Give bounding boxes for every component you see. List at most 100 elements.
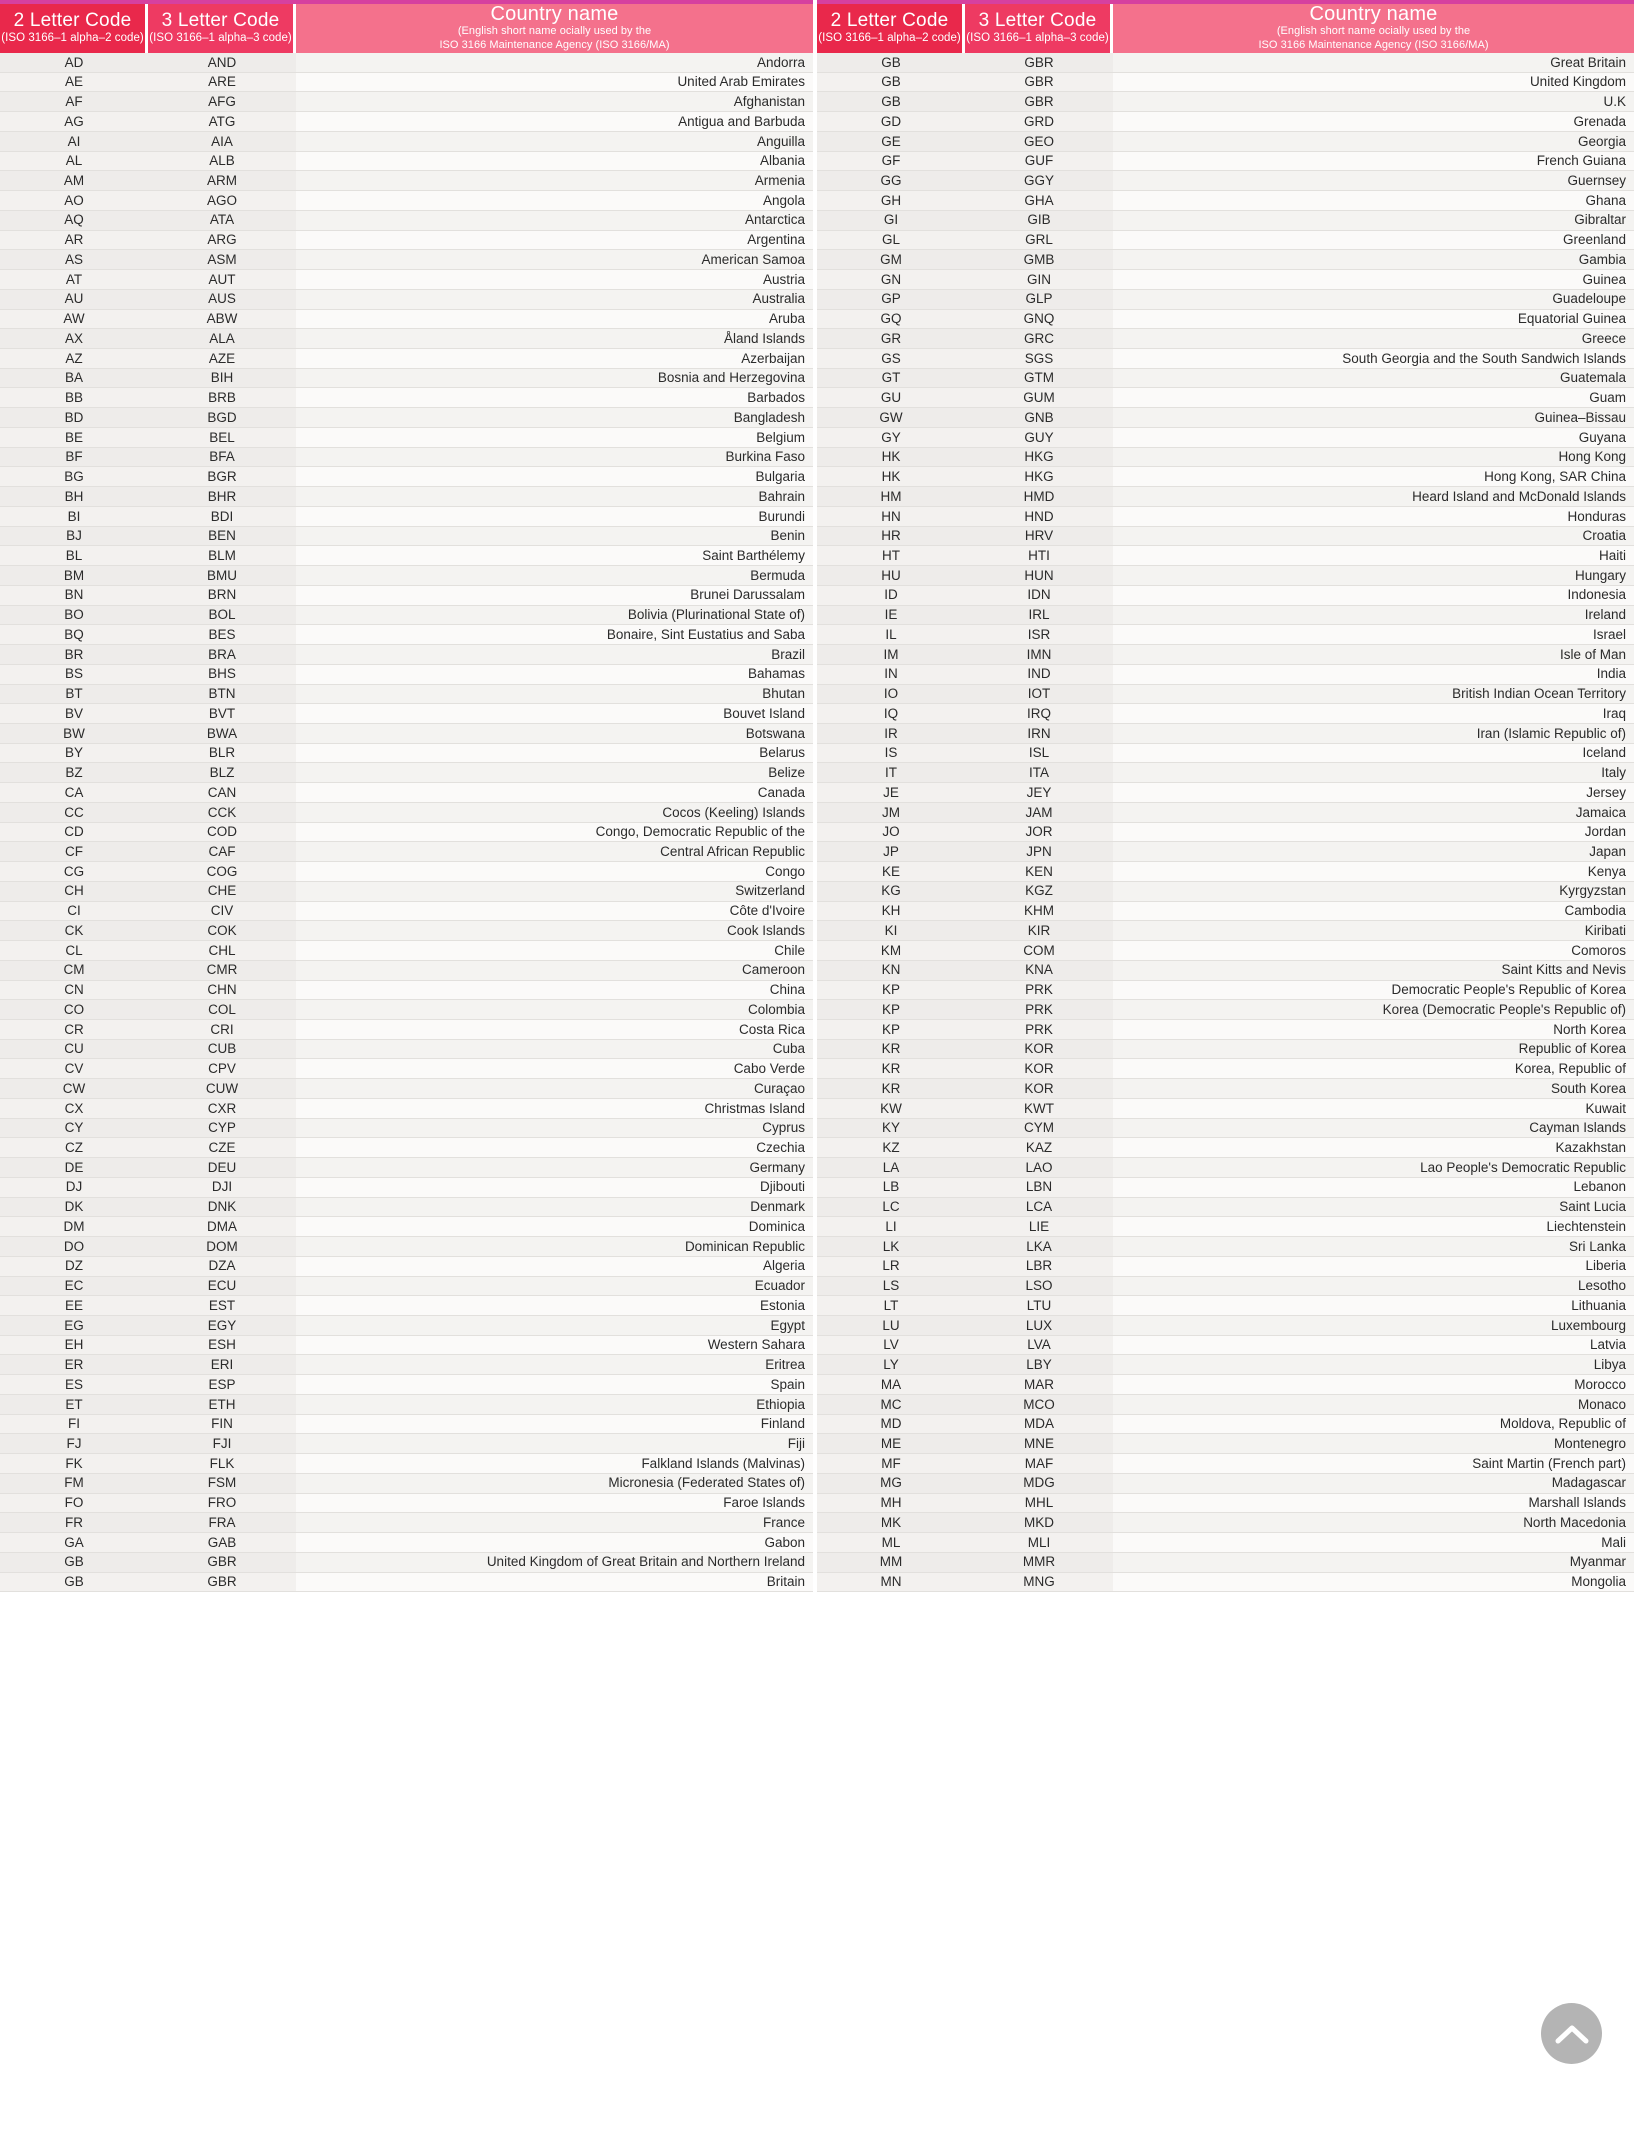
cell-2-letter-code: CF	[0, 842, 148, 863]
header-sub-2-letter-code: (ISO 3166–1 alpha–2 code)	[818, 31, 961, 44]
table-row: BB BRB Barbados	[0, 388, 813, 409]
cell-country-name: Ghana	[1113, 191, 1634, 211]
cell-country-name: Cook Islands	[296, 921, 813, 942]
cell-2-letter-code: ET	[0, 1394, 148, 1415]
cell-3-letter-code: GBR	[148, 1572, 296, 1593]
table-row: BZ BLZ Belize	[0, 763, 813, 784]
cell-country-name: Denmark	[296, 1197, 813, 1218]
cell-country-name: Bonaire, Sint Eustatius and Saba	[296, 625, 813, 646]
header-cell-2-letter-code: 2 Letter Code (ISO 3166–1 alpha–2 code)	[0, 0, 148, 53]
table-row: LS LSO Lesotho	[817, 1276, 1634, 1297]
cell-country-name: Madagascar	[1113, 1473, 1634, 1494]
cell-2-letter-code: BT	[0, 684, 148, 705]
table-row: BR BRA Brazil	[0, 645, 813, 665]
cell-2-letter-code: JP	[817, 842, 965, 863]
cell-country-name: Croatia	[1113, 526, 1634, 547]
cell-country-name: Latvia	[1113, 1335, 1634, 1356]
cell-country-name: Brazil	[296, 645, 813, 665]
table-row: AX ALA Åland Islands	[0, 329, 813, 350]
table-row: GT GTM Guatemala	[817, 368, 1634, 389]
cell-2-letter-code: BJ	[0, 526, 148, 547]
cell-3-letter-code: GBR	[965, 92, 1113, 113]
cell-country-name: Antigua and Barbuda	[296, 112, 813, 132]
cell-2-letter-code: BW	[0, 723, 148, 744]
cell-2-letter-code: CC	[0, 802, 148, 823]
table-row: GM GMB Gambia	[817, 250, 1634, 271]
cell-3-letter-code: FSM	[148, 1473, 296, 1494]
cell-2-letter-code: EG	[0, 1316, 148, 1336]
cell-country-name: India	[1113, 664, 1634, 685]
table-row: LU LUX Luxembourg	[817, 1316, 1634, 1336]
cell-country-name: Grenada	[1113, 112, 1634, 132]
cell-3-letter-code: MLI	[965, 1533, 1113, 1553]
cell-3-letter-code: PRK	[965, 1000, 1113, 1020]
cell-country-name: Benin	[296, 526, 813, 547]
cell-country-name: Austria	[296, 270, 813, 290]
header-sub-country-name-line2: ISO 3166 Maintenance Agency (ISO 3166/MA…	[1258, 38, 1489, 51]
cell-3-letter-code: IND	[965, 664, 1113, 685]
table-row: LT LTU Lithuania	[817, 1296, 1634, 1316]
table-row: HK HKG Hong Kong, SAR China	[817, 467, 1634, 488]
table-row: AM ARM Armenia	[0, 171, 813, 192]
table-row: BG BGR Bulgaria	[0, 467, 813, 488]
cell-2-letter-code: DZ	[0, 1256, 148, 1277]
cell-3-letter-code: CUB	[148, 1039, 296, 1060]
table-header-left: 2 Letter Code (ISO 3166–1 alpha–2 code) …	[0, 0, 813, 53]
table-row: MH MHL Marshall Islands	[817, 1493, 1634, 1514]
cell-country-name: Congo, Democratic Republic of the	[296, 822, 813, 843]
table-row: GS SGS South Georgia and the South Sandwic…	[817, 349, 1634, 369]
cell-2-letter-code: BF	[0, 447, 148, 468]
cell-2-letter-code: ME	[817, 1434, 965, 1455]
cell-2-letter-code: IT	[817, 763, 965, 784]
table-row: CF CAF Central African Republic	[0, 842, 813, 863]
cell-2-letter-code: IE	[817, 605, 965, 626]
cell-country-name: Curaçao	[296, 1079, 813, 1099]
cell-country-name: Kiribati	[1113, 921, 1634, 942]
table-row: KW KWT Kuwait	[817, 1098, 1634, 1119]
cell-2-letter-code: AS	[0, 250, 148, 271]
cell-3-letter-code: KWT	[965, 1098, 1113, 1119]
table-row: FK FLK Falkland Islands (Malvinas)	[0, 1454, 813, 1474]
cell-country-name: Lesotho	[1113, 1276, 1634, 1297]
cell-2-letter-code: LS	[817, 1276, 965, 1297]
table-row: IE IRL Ireland	[817, 605, 1634, 626]
table-row: DK DNK Denmark	[0, 1197, 813, 1218]
cell-2-letter-code: GA	[0, 1533, 148, 1553]
cell-country-name: Cambodia	[1113, 901, 1634, 922]
table-row: LK LKA Sri Lanka	[817, 1237, 1634, 1257]
table-row: DO DOM Dominican Republic	[0, 1237, 813, 1257]
table-row: GL GRL Greenland	[817, 230, 1634, 251]
cell-2-letter-code: GB	[817, 92, 965, 113]
cell-country-name: Luxembourg	[1113, 1316, 1634, 1336]
cell-2-letter-code: FR	[0, 1513, 148, 1534]
cell-country-name: U.K	[1113, 92, 1634, 113]
cell-2-letter-code: BZ	[0, 763, 148, 784]
cell-3-letter-code: LKA	[965, 1237, 1113, 1257]
table-row: MD MDA Moldova, Republic of	[817, 1414, 1634, 1435]
cell-3-letter-code: FRO	[148, 1493, 296, 1514]
cell-3-letter-code: GIN	[965, 270, 1113, 290]
cell-country-name: Saint Barthélemy	[296, 546, 813, 567]
cell-country-name: Bahamas	[296, 664, 813, 685]
cell-country-name: Jersey	[1113, 783, 1634, 803]
cell-country-name: Chile	[296, 941, 813, 961]
cell-2-letter-code: LB	[817, 1177, 965, 1198]
cell-3-letter-code: DJI	[148, 1177, 296, 1198]
cell-3-letter-code: GTM	[965, 368, 1113, 389]
table-row: IM IMN Isle of Man	[817, 645, 1634, 665]
scroll-to-top-button[interactable]	[1541, 2003, 1602, 2064]
cell-country-name: Guatemala	[1113, 368, 1634, 389]
cell-country-name: Cuba	[296, 1039, 813, 1060]
cell-3-letter-code: KAZ	[965, 1138, 1113, 1159]
cell-country-name: Democratic People's Republic of Korea	[1113, 980, 1634, 1001]
table-row: CO COL Colombia	[0, 1000, 813, 1020]
table-row: CD COD Congo, Democratic Republic of the	[0, 822, 813, 843]
cell-country-name: Kyrgyzstan	[1113, 881, 1634, 902]
cell-2-letter-code: AU	[0, 289, 148, 310]
cell-3-letter-code: GIB	[965, 210, 1113, 231]
cell-3-letter-code: JEY	[965, 783, 1113, 803]
table-row: ER ERI Eritrea	[0, 1355, 813, 1376]
cell-3-letter-code: BLZ	[148, 763, 296, 784]
cell-3-letter-code: ARM	[148, 171, 296, 192]
table-row: BE BEL Belgium	[0, 427, 813, 448]
